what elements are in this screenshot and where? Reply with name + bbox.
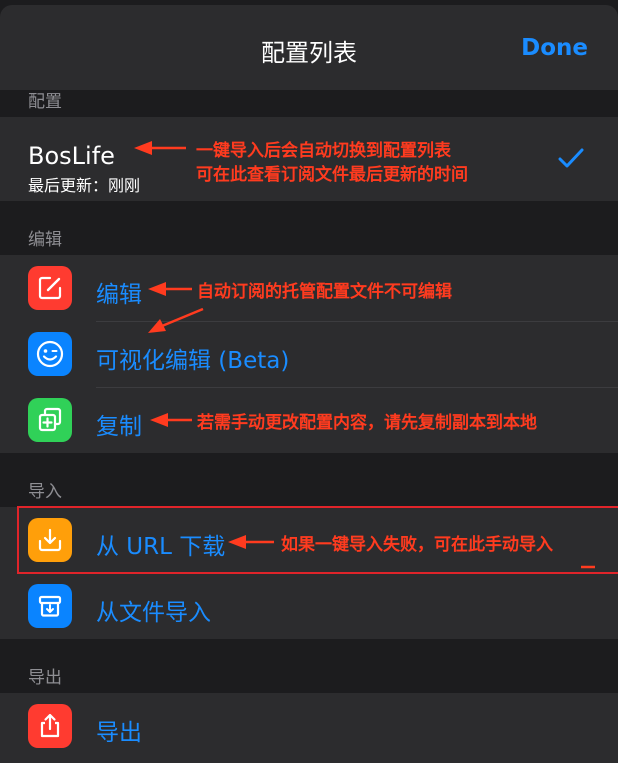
visual-edit-label: 可视化编辑 (Beta): [96, 348, 290, 374]
annotation-url: 如果一键导入失败，可在此手动导入: [281, 535, 553, 555]
export-group: 导出: [0, 693, 618, 763]
visual-edit-button[interactable]: 可视化编辑 (Beta): [0, 321, 618, 387]
annotation-edit: 自动订阅的托管配置文件不可编辑: [197, 282, 452, 302]
import-from-file-button[interactable]: 从文件导入: [0, 573, 618, 639]
annotation-config-line1: 一键导入后会自动切换到配置列表: [196, 141, 451, 161]
section-header-export: 导出: [28, 668, 62, 688]
done-button[interactable]: Done: [521, 35, 588, 61]
duplicate-label: 复制: [96, 414, 142, 440]
navigation-bar: 配置列表 Done: [0, 5, 618, 90]
import-from-file-label: 从文件导入: [96, 600, 211, 626]
edit-label: 编辑: [96, 282, 142, 308]
config-last-updated: 最后更新：刚刚: [28, 176, 141, 195]
duplicate-icon: [28, 398, 72, 442]
config-name: BosLife: [28, 142, 115, 170]
smiley-icon: [28, 332, 72, 376]
section-header-import: 导入: [28, 482, 62, 502]
annotation-duplicate: 若需手动更改配置内容，请先复制副本到本地: [197, 413, 537, 433]
edit-icon: [28, 266, 72, 310]
section-header-edit: 编辑: [28, 230, 62, 250]
share-icon: [28, 704, 72, 748]
export-label: 导出: [96, 720, 142, 746]
annotation-config-line2: 可在此查看订阅文件最后更新的时间: [196, 165, 468, 185]
export-button[interactable]: 导出: [0, 693, 618, 759]
section-header-config: 配置: [28, 92, 62, 112]
archive-import-icon: [28, 584, 72, 628]
checkmark-icon: [558, 148, 584, 168]
config-list-sheet: 配置列表 Done 配置 BosLife 最后更新：刚刚 编辑 编辑 可视化编辑…: [0, 5, 618, 763]
